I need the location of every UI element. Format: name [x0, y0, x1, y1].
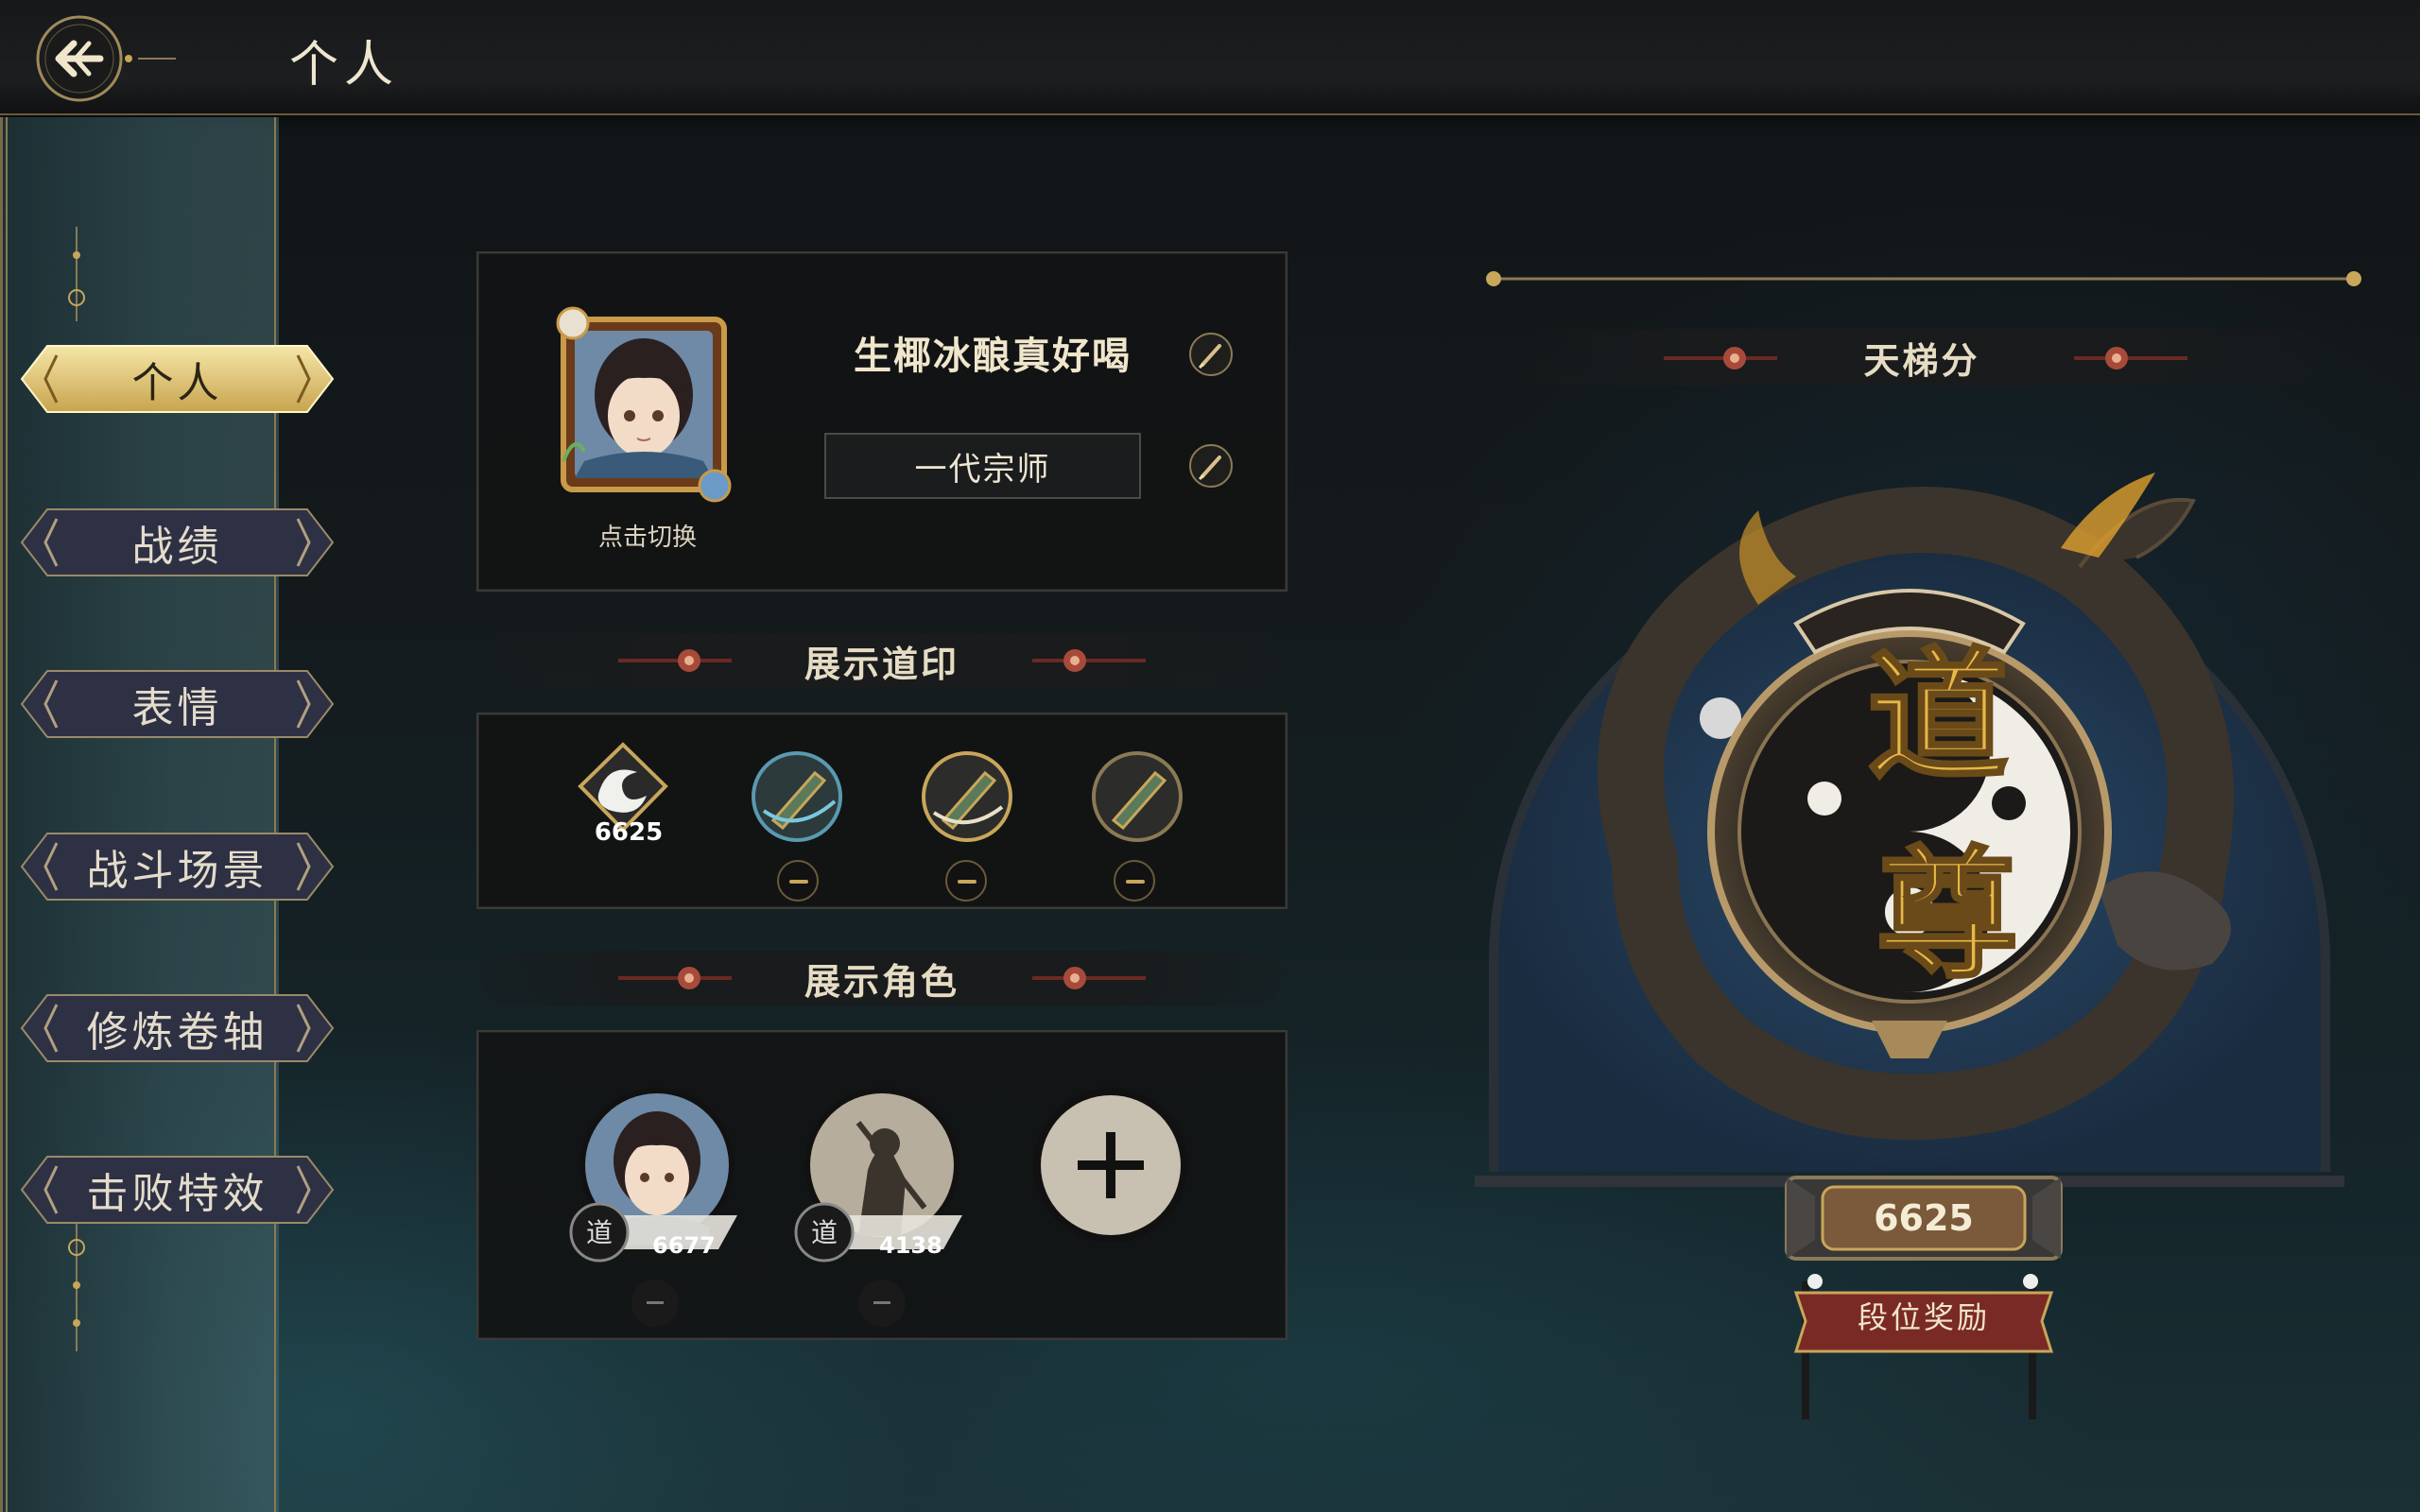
- sidebar-divider: [274, 117, 276, 1512]
- player-name: 生椰冰酿真好喝: [854, 334, 1132, 378]
- sword-seal-icon: [922, 751, 1012, 842]
- top-bar: 个人: [0, 0, 2420, 115]
- ornament-icon: [68, 227, 85, 321]
- rank-glyph-1: 道: [1867, 633, 2009, 799]
- brush-icon: [1198, 455, 1221, 481]
- sidebar-item-scroll[interactable]: 修炼卷轴: [19, 991, 336, 1065]
- add-role-button[interactable]: [1030, 1085, 1191, 1246]
- seal-score: 6625: [594, 818, 664, 847]
- ladder-score: 6625: [1874, 1197, 1974, 1239]
- ladder-heading: 天梯分: [1863, 338, 1980, 382]
- remove-seal-button[interactable]: [1114, 860, 1155, 902]
- remove-seal-button[interactable]: [945, 860, 987, 902]
- avatar-switch-hint: 点击切换: [597, 524, 697, 552]
- svg-text:道: 道: [586, 1217, 613, 1248]
- ladder-heading-bar: 天梯分: [1524, 329, 2320, 386]
- nav-label: 个人: [131, 359, 223, 407]
- seal-slot[interactable]: [745, 745, 849, 849]
- player-title: 一代宗师: [824, 433, 1141, 499]
- rank-reward-button[interactable]: 段位奖励: [1787, 1281, 2061, 1349]
- rank-emblem: 道 尊: [1475, 472, 2344, 1187]
- flower-ornament-icon: [618, 967, 732, 989]
- page-title: 个人: [289, 37, 400, 94]
- back-arrow-icon: [36, 15, 176, 102]
- flower-ornament-icon: [618, 649, 732, 672]
- sidebar-item-emote[interactable]: 表情: [19, 667, 336, 741]
- roles-heading-bar: 展示角色: [482, 951, 1282, 1005]
- role-score: 6677: [652, 1232, 716, 1259]
- flower-ornament-icon: [1664, 347, 1777, 369]
- seal-slot[interactable]: [1085, 745, 1189, 849]
- nav-label: 修炼卷轴: [86, 1008, 268, 1057]
- sidebar-item-battle-scene[interactable]: 战斗场景: [19, 830, 336, 903]
- avatar: [556, 306, 732, 503]
- back-button[interactable]: [34, 13, 185, 104]
- nav-label: 战斗场景: [86, 847, 268, 895]
- roles-heading: 展示角色: [804, 959, 959, 1003]
- flower-ornament-icon: [1032, 967, 1146, 989]
- top-divider: [1486, 271, 2361, 286]
- sword-seal-icon: [1092, 751, 1183, 842]
- edit-title-button[interactable]: [1189, 444, 1233, 488]
- seals-heading: 展示道印: [804, 642, 959, 685]
- sword-seal-icon: [752, 751, 842, 842]
- sidebar-item-personal[interactable]: 个人: [19, 342, 336, 416]
- ornament-icon: [68, 1219, 85, 1351]
- avatar-button[interactable]: [546, 301, 741, 507]
- plus-icon: [1033, 1088, 1188, 1243]
- nav-label: 击败特效: [86, 1170, 268, 1218]
- remove-role-button[interactable]: [631, 1280, 679, 1327]
- role-score: 4138: [879, 1232, 942, 1259]
- edit-name-button[interactable]: [1189, 333, 1233, 376]
- svg-text:道: 道: [811, 1217, 838, 1248]
- rank-glyph-2: 尊: [1876, 832, 2018, 998]
- seal-slot[interactable]: [915, 745, 1019, 849]
- brush-icon: [1198, 344, 1221, 369]
- sidebar: [0, 117, 279, 1512]
- sidebar-divider: [6, 117, 8, 1512]
- remove-role-button[interactable]: [858, 1280, 906, 1327]
- sidebar-item-record[interactable]: 战绩: [19, 506, 336, 579]
- remove-seal-button[interactable]: [777, 860, 819, 902]
- nav-label: 战绩: [131, 523, 223, 571]
- nav-label: 表情: [131, 684, 223, 732]
- flower-ornament-icon: [1032, 649, 1146, 672]
- seals-heading-bar: 展示道印: [482, 633, 1282, 688]
- flower-ornament-icon: [2074, 347, 2187, 369]
- sidebar-item-defeat-effect[interactable]: 击败特效: [19, 1153, 336, 1227]
